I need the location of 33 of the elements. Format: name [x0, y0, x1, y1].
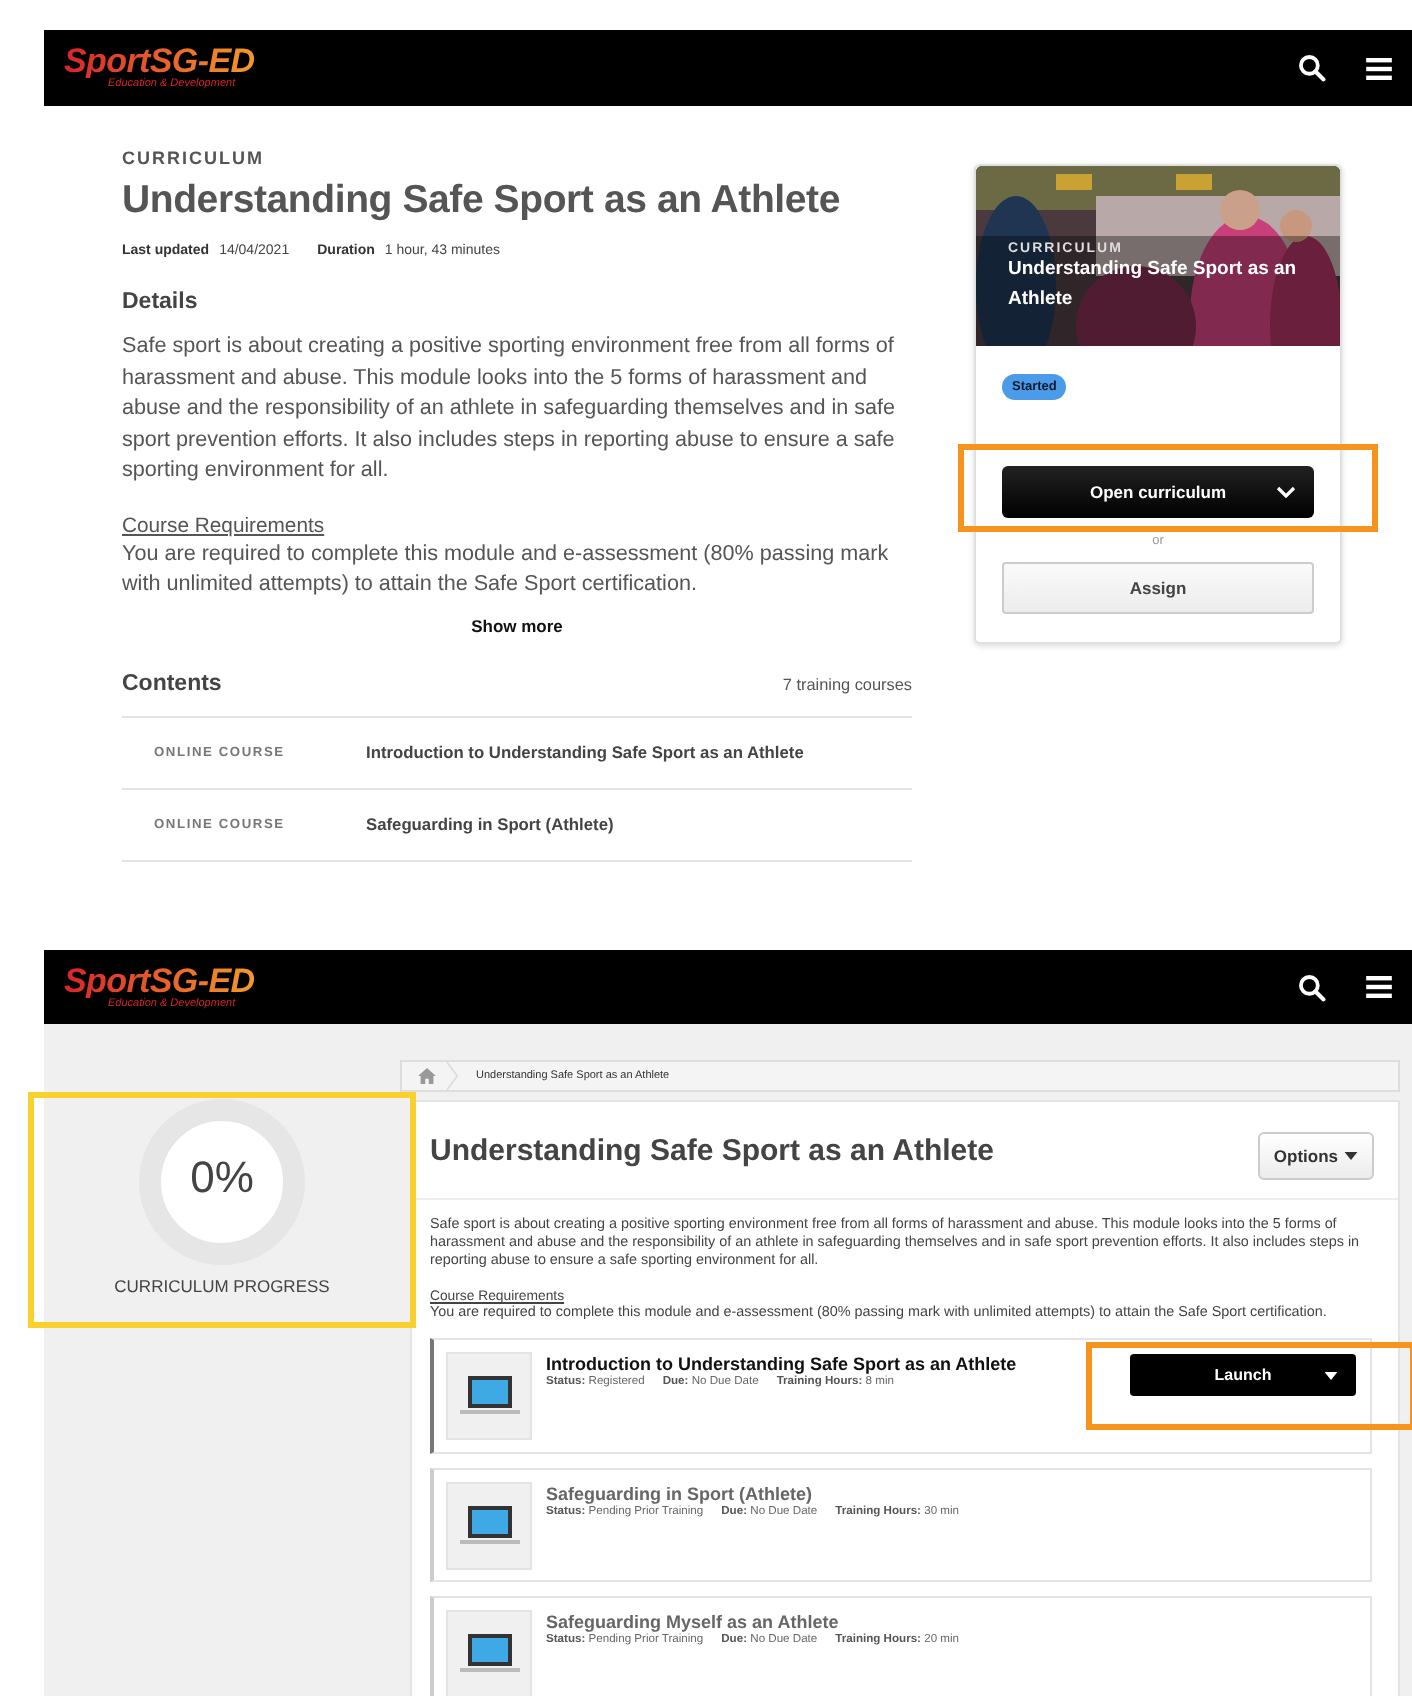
requirements-text: You are required to complete this module and e-assessment (80% passing mark with unlimited attempts) to attain the Safe Sport certification. [122, 539, 891, 600]
page-title: Understanding Safe Sport as an Athlete [430, 1133, 994, 1167]
search-icon[interactable] [1298, 973, 1326, 1001]
page-title: Understanding Safe Sport as an Athlete [122, 178, 842, 224]
options-button[interactable]: Options [1257, 1132, 1374, 1180]
section-label: CURRICULUM [122, 148, 266, 168]
laptop-icon [459, 1504, 519, 1549]
course-count: 7 training courses [782, 675, 912, 693]
menu-icon[interactable] [1366, 976, 1392, 998]
show-more-link[interactable]: Show more [471, 615, 563, 635]
caret-icon [1324, 1372, 1338, 1381]
menu-icon[interactable] [1366, 57, 1392, 79]
course-title[interactable]: Safeguarding in Sport (Athlete) [546, 1484, 1358, 1505]
laptop-icon [459, 1632, 519, 1677]
course-title[interactable]: Introduction to Understanding Safe Sport as an Athlete [366, 742, 804, 762]
section-heading: Contents [122, 671, 222, 695]
course-title[interactable]: Safeguarding in Sport (Athlete) [366, 814, 614, 834]
requirements-heading: Course Requirements [122, 515, 327, 537]
search-icon[interactable] [1298, 54, 1326, 82]
caret-icon [1344, 1152, 1358, 1160]
description-text: Safe sport is about creating a positive sporting environment free from all forms of harassment and abuse. This module looks into the 5 forms of harassment and abuse and the responsibility of an athlete in safeguarding themselves and in safe sport prevention efforts. It also includes steps in reporting abuse to ensure a safe sporting environment for all. [122, 332, 898, 486]
section-heading: Details [122, 290, 200, 314]
progress-value: 0% [190, 1152, 254, 1204]
home-icon[interactable] [418, 1068, 436, 1084]
chevron-down-icon [1276, 486, 1296, 498]
card-title: Understanding Safe Sport as an Athlete [1008, 256, 1299, 313]
launch-button[interactable]: Launch [1130, 1354, 1356, 1397]
course-title[interactable]: Introduction to Understanding Safe Sport as an Athlete [546, 1354, 1130, 1375]
open-curriculum-button[interactable]: Open curriculum [1002, 466, 1314, 518]
assign-button[interactable]: Assign [1002, 562, 1314, 614]
progress-label: CURRICULUM PROGRESS [114, 1276, 330, 1296]
laptop-icon [459, 1374, 519, 1419]
course-title[interactable]: Safeguarding Myself as an Athlete [546, 1612, 1358, 1633]
